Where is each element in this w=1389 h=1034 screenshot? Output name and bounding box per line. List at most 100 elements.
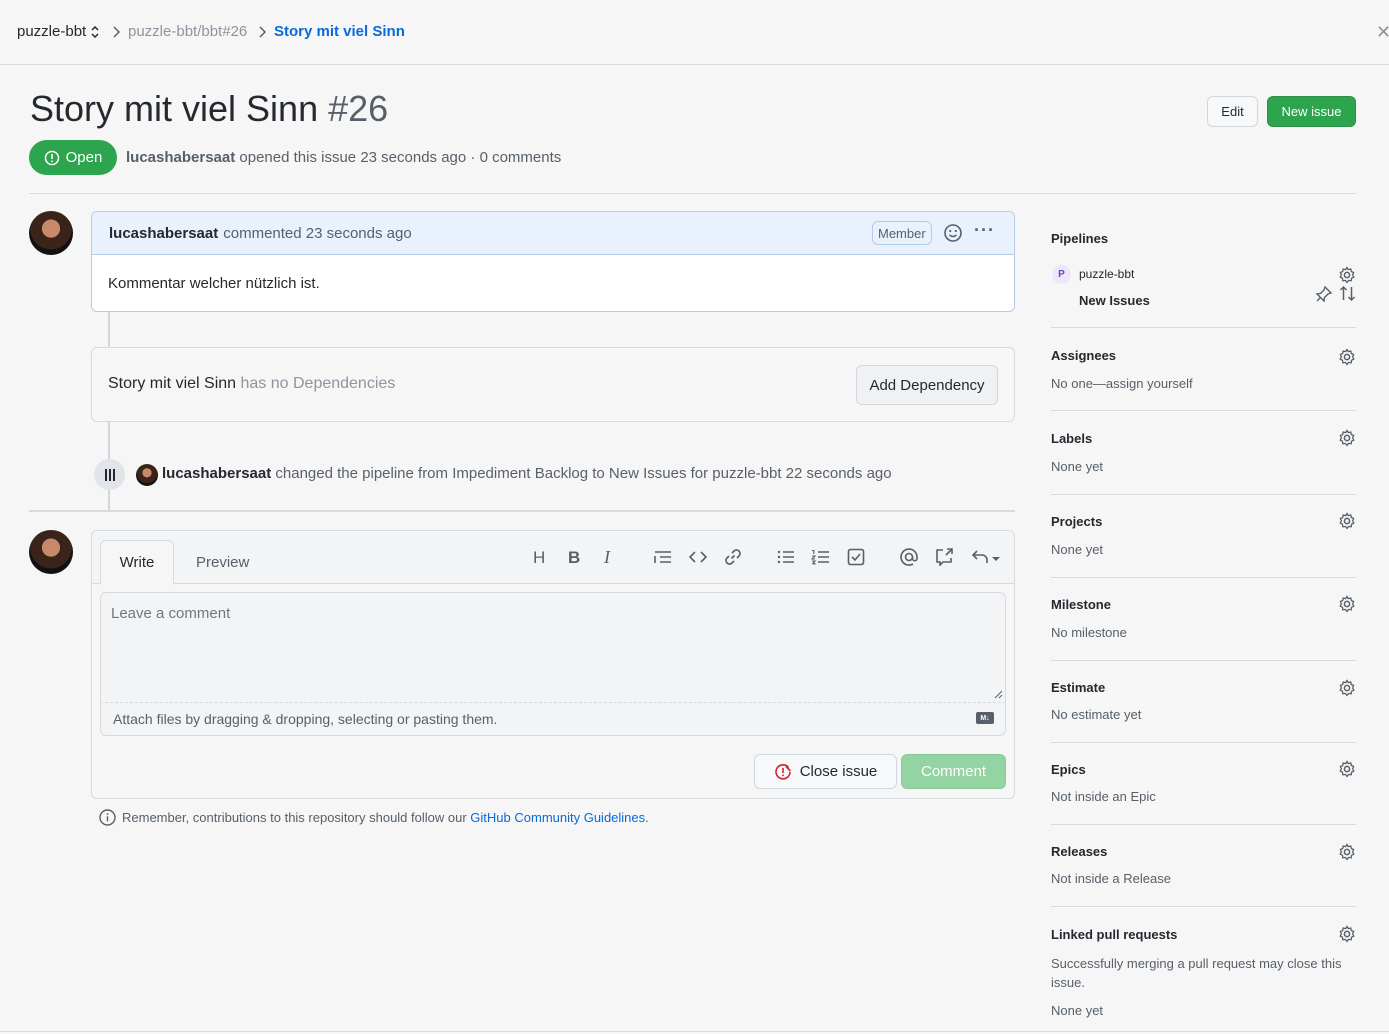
timeline-divider <box>29 510 1015 512</box>
tab-preview[interactable]: Preview <box>196 554 249 571</box>
repo-selector-label: puzzle-bbt <box>17 23 87 40</box>
epics-value: Not inside an Epic <box>1051 789 1156 804</box>
sidebar-divider <box>1051 327 1356 328</box>
gear-icon[interactable] <box>1338 760 1356 778</box>
linked-prs-description: Successfully merging a pull request may … <box>1051 956 1342 990</box>
gear-icon[interactable] <box>1338 679 1356 697</box>
numbered-list-icon[interactable] <box>811 549 830 565</box>
mention-icon[interactable] <box>899 547 919 567</box>
close-issue-icon <box>774 763 791 780</box>
releases-value: Not inside a Release <box>1051 871 1171 886</box>
bullet-list-icon[interactable] <box>777 550 795 564</box>
event-description: changed the pipeline from Impediment Bac… <box>275 465 892 482</box>
heading-icon[interactable]: H <box>533 548 545 568</box>
avatar[interactable] <box>29 211 73 255</box>
pin-icon[interactable] <box>1315 285 1333 303</box>
breadcrumb-issue-ref[interactable]: puzzle-bbt/bbt#26 <box>128 23 247 40</box>
reply-icon[interactable] <box>971 549 1003 565</box>
gear-icon[interactable] <box>1338 595 1356 613</box>
task-list-icon[interactable] <box>847 548 865 566</box>
pipeline-repo: puzzle-bbt <box>1079 267 1135 281</box>
sidebar-projects-title: Projects <box>1051 514 1103 529</box>
sidebar-releases-title: Releases <box>1051 844 1108 859</box>
sidebar-divider <box>1051 410 1356 411</box>
guidelines-note: Remember, contributions to this reposito… <box>99 809 649 826</box>
issue-title-text: Story mit viel Sinn <box>30 88 319 129</box>
pipeline-columns-icon <box>104 468 115 481</box>
pipeline-stage[interactable]: New Issues <box>1079 293 1150 308</box>
sidebar-divider <box>1051 494 1356 495</box>
italic-icon[interactable]: I <box>604 547 610 568</box>
linked-prs-value: None yet <box>1051 1003 1104 1018</box>
issue-author-link[interactable]: lucashabersaat <box>126 149 235 166</box>
issue-title: Story mit viel Sinn #26 <box>30 88 388 130</box>
milestone-value: No milestone <box>1051 625 1127 640</box>
projects-value: None yet <box>1051 542 1104 557</box>
code-icon[interactable] <box>689 550 707 564</box>
sidebar-labels-title: Labels <box>1051 431 1093 446</box>
avatar[interactable] <box>29 530 73 574</box>
comment-textarea[interactable]: Leave a comment <box>100 592 1006 703</box>
assignees-value[interactable]: No one—assign yourself <box>1051 376 1193 391</box>
timeline-line <box>108 312 110 347</box>
issue-meta: lucashabersaat opened this issue 23 seco… <box>126 149 561 166</box>
repo-selector[interactable]: puzzle-bbt <box>17 23 100 40</box>
sidebar-estimate-title: Estimate <box>1051 680 1106 695</box>
new-issue-button[interactable]: New issue <box>1267 96 1356 127</box>
emoji-reaction-icon[interactable] <box>943 223 963 243</box>
sidebar-assignees-title: Assignees <box>1051 348 1117 363</box>
event-author-link[interactable]: lucashabersaat <box>162 465 271 482</box>
bold-icon[interactable]: B <box>568 548 580 568</box>
issue-comments-count: · 0 comments <box>470 149 562 166</box>
gear-icon[interactable] <box>1338 925 1356 943</box>
add-dependency-button[interactable]: Add Dependency <box>856 365 998 405</box>
status-badge-label: Open <box>65 149 103 166</box>
sidebar-divider <box>1051 906 1356 907</box>
sort-arrows-icon[interactable] <box>1339 285 1356 302</box>
tab-write[interactable]: Write <box>100 540 174 585</box>
sidebar-linked-prs-title: Linked pull requests <box>1051 927 1178 942</box>
sidebar-pipelines-title: Pipelines <box>1051 231 1109 246</box>
markdown-icon[interactable]: M↓ <box>976 712 994 724</box>
gear-icon[interactable] <box>1338 348 1356 366</box>
attach-files-bar[interactable]: Attach files by dragging & dropping, sel… <box>100 702 1006 736</box>
gear-icon[interactable] <box>1338 429 1356 447</box>
close-icon[interactable]: ✕ <box>1376 22 1389 43</box>
resize-handle-icon[interactable] <box>994 690 1003 699</box>
dependencies-issue-title: Story mit viel Sinn <box>108 375 237 392</box>
comment-author-link[interactable]: lucashabersaat <box>109 225 218 242</box>
pipeline-event-icon <box>94 459 125 490</box>
member-badge: Member <box>872 221 932 245</box>
reference-icon[interactable] <box>935 548 954 566</box>
gear-icon[interactable] <box>1338 512 1356 530</box>
comment-button[interactable]: Comment <box>901 754 1006 789</box>
issue-open-icon <box>44 150 59 165</box>
more-options-icon[interactable]: ··· <box>974 220 995 241</box>
comment-timestamp[interactable]: commented 23 seconds ago <box>223 225 411 242</box>
comment-box: lucashabersaat commented 23 seconds ago … <box>91 211 1015 312</box>
avatar[interactable] <box>136 464 158 486</box>
dependencies-text: Story mit viel Sinn has no Dependencies <box>108 375 395 393</box>
pipeline-badge: P <box>1052 265 1071 284</box>
header-divider <box>29 193 1356 194</box>
close-issue-label: Close issue <box>799 763 878 780</box>
sidebar-divider <box>1051 824 1356 825</box>
sidebar-divider <box>1051 577 1356 578</box>
gear-icon[interactable] <box>1338 843 1356 861</box>
chevron-right-icon <box>113 26 120 38</box>
info-icon <box>99 809 116 826</box>
link-icon[interactable] <box>724 548 742 566</box>
estimate-value: No estimate yet <box>1051 707 1142 722</box>
guidelines-link[interactable]: GitHub Community Guidelines <box>470 810 645 825</box>
guidelines-prefix: Remember, contributions to this reposito… <box>122 810 467 825</box>
close-issue-button[interactable]: Close issue <box>754 754 897 789</box>
comment-body: Kommentar welcher nützlich ist. <box>108 275 320 292</box>
edit-button[interactable]: Edit <box>1207 96 1258 127</box>
quote-icon[interactable] <box>654 550 672 564</box>
sidebar-epics-title: Epics <box>1051 762 1086 777</box>
pipeline-event-text: lucashabersaat changed the pipeline from… <box>162 465 892 482</box>
gear-icon[interactable] <box>1338 266 1356 284</box>
status-badge: Open <box>29 140 117 175</box>
issue-opened-text: opened this issue 23 seconds ago <box>239 149 467 166</box>
breadcrumb-current[interactable]: Story mit viel Sinn <box>274 23 405 40</box>
